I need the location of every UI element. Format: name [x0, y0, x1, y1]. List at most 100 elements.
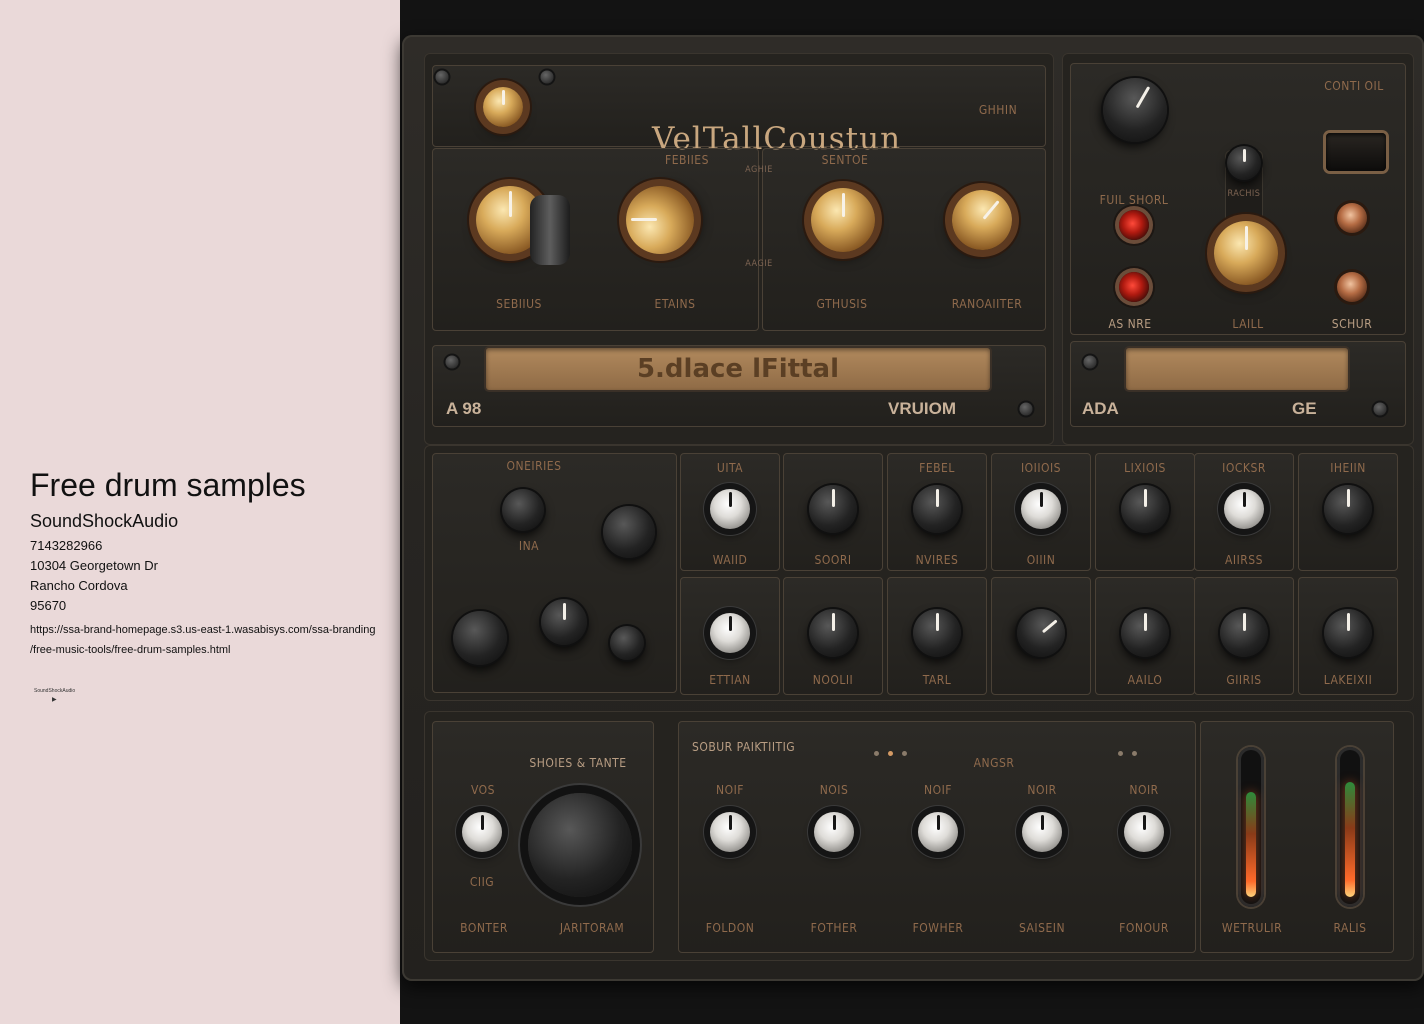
power-switch[interactable] — [1326, 133, 1386, 171]
channel-top-5-knob[interactable] — [1121, 485, 1169, 533]
gold-knob-3[interactable] — [811, 188, 875, 252]
mini-logo: SoundShockAudio ▶ — [34, 688, 75, 703]
channel-bottom-3-knob[interactable] — [913, 609, 961, 657]
channel-top-2-knob[interactable] — [809, 485, 857, 533]
strip-1-bottom-label: FOLDON — [705, 921, 755, 935]
mid-knob-a[interactable] — [502, 489, 544, 531]
channel-top-6-knob[interactable] — [1224, 489, 1264, 529]
vos-label: VOS — [470, 783, 496, 797]
meter-right — [1337, 747, 1363, 907]
right-display[interactable] — [1126, 348, 1348, 390]
channel-top-3-label: FEBEL — [919, 461, 955, 475]
zip-code: 95670 — [30, 598, 67, 613]
mid-knob-e[interactable] — [610, 626, 644, 660]
level-label: LAILL — [1232, 317, 1264, 331]
channel-bottom-7-knob[interactable] — [1324, 609, 1372, 657]
screw-icon — [1373, 402, 1387, 416]
schur-label: SCHUR — [1331, 317, 1373, 331]
agie-label: AGHIE — [745, 165, 773, 175]
knob-4-label: RANOAIITER — [951, 297, 1023, 311]
page-url[interactable]: https://ssa-brand-homepage.s3.us-east-1.… — [30, 620, 390, 660]
street-address: 10304 Georgetown Dr — [30, 558, 158, 573]
channel-top-3-knob[interactable] — [913, 485, 961, 533]
channel-top-4-label: IOIIOIS — [1020, 461, 1062, 475]
meter-left-label: WETRULIR — [1221, 921, 1283, 935]
channel-top-7-knob[interactable] — [1324, 485, 1372, 533]
agie-label-2: AAGIE — [745, 259, 773, 269]
mid-knob-d[interactable] — [541, 599, 587, 645]
strip-4-knob[interactable] — [1022, 812, 1062, 852]
meter-right-label: RALIS — [1333, 921, 1367, 935]
copper-knob-1[interactable] — [1337, 203, 1367, 233]
jog-lever[interactable] — [530, 195, 570, 265]
screw-icon — [1083, 355, 1097, 369]
strip-4-label: NOIR — [1027, 783, 1057, 797]
input-knob[interactable] — [483, 87, 523, 127]
page-dot-active — [888, 751, 893, 756]
channel-bottom-7-label: LAKEIXII — [1323, 673, 1373, 687]
vos-knob[interactable] — [462, 812, 502, 852]
strip-2-knob[interactable] — [814, 812, 854, 852]
red-led-2[interactable] — [1119, 272, 1149, 302]
channel-top-4-knob[interactable] — [1021, 489, 1061, 529]
sentoe-label: SENTOE — [821, 153, 869, 167]
small-black-knob[interactable] — [1227, 146, 1261, 180]
strip-3-bottom-label: FOWHER — [912, 921, 964, 935]
company-name: SoundShockAudio — [30, 511, 179, 531]
channel-top-6-sublabel: AIIRSS — [1225, 553, 1263, 567]
channel-top-7-label: IHEIIN — [1330, 461, 1366, 475]
strip-2-bottom-label: FOTHER — [810, 921, 858, 935]
page-dot — [1132, 751, 1137, 756]
channel-bottom-2-label: NOOLII — [812, 673, 854, 687]
screw-icon — [435, 70, 449, 84]
ferries-label: FEBIIES — [665, 153, 709, 167]
channel-bottom-5-knob[interactable] — [1121, 609, 1169, 657]
gain-label: GHHIN — [978, 103, 1018, 117]
page-url-line-2[interactable]: /free-music-tools/free-drum-samples.html — [30, 644, 231, 656]
channel-top-1-knob[interactable] — [710, 489, 750, 529]
strip-2-label: NOIS — [819, 783, 849, 797]
red-led-1[interactable] — [1119, 210, 1149, 240]
preset-display[interactable]: 5.dlace lFittal — [486, 348, 990, 390]
channel-top-3-sublabel: NVIRES — [915, 553, 959, 567]
level-knob[interactable] — [1214, 221, 1278, 285]
knob-2-label: ETAINS — [654, 297, 696, 311]
strip-5-bottom-label: FONOUR — [1119, 921, 1169, 935]
meter-left-fill — [1246, 792, 1256, 897]
rachis-label: RACHIS — [1227, 189, 1261, 199]
jarnoram-label: JARITORAM — [559, 921, 625, 935]
preset-display-text: 5.dlace lFittal — [636, 354, 840, 384]
knob-3-label: GTHUSIS — [816, 297, 868, 311]
ina-label: INA — [518, 539, 540, 553]
right-version-label: GE — [1292, 399, 1317, 418]
screw-icon — [445, 355, 459, 369]
channel-bottom-3-label: TARL — [922, 673, 952, 687]
control-label: CONTI OIL — [1324, 79, 1384, 93]
mid-knob-c[interactable] — [453, 611, 507, 665]
strip-5-knob[interactable] — [1124, 812, 1164, 852]
gold-knob-2[interactable] — [626, 186, 694, 254]
channel-top-4-sublabel: OIIIN — [1026, 553, 1056, 567]
screw-icon — [1019, 402, 1033, 416]
fulshorl-label: FUIL SHORL — [1099, 193, 1169, 207]
channel-bottom-6-knob[interactable] — [1220, 609, 1268, 657]
mid-knob-b[interactable] — [603, 506, 655, 558]
knob-panel-left — [432, 148, 759, 331]
copper-knob-2[interactable] — [1337, 272, 1367, 302]
play-icon: ▶ — [52, 697, 57, 703]
plugin-image: VelTallCoustun GHHIN FEBIIES SENTOE AGHI… — [400, 0, 1424, 1024]
jog-wheel[interactable] — [528, 793, 632, 897]
page-dot — [874, 751, 879, 756]
stack-label: SHOIES & TANTE — [529, 756, 627, 770]
strip-1-knob[interactable] — [710, 812, 750, 852]
page-url-line-1[interactable]: https://ssa-brand-homepage.s3.us-east-1.… — [30, 624, 375, 636]
strip-3-knob[interactable] — [918, 812, 958, 852]
bonter-label: BONTER — [460, 921, 508, 935]
listing-sidebar: Free drum samples SoundShockAudio 714328… — [0, 0, 400, 1024]
mini-logo-text: SoundShockAudio — [34, 688, 76, 694]
channel-bottom-2-knob[interactable] — [809, 609, 857, 657]
phone-number: 7143282966 — [30, 538, 103, 553]
channel-bottom-1-knob[interactable] — [710, 613, 750, 653]
channel-top-5-label: LIXIOIS — [1124, 461, 1166, 475]
asine-label: AS NRE — [1108, 317, 1152, 331]
